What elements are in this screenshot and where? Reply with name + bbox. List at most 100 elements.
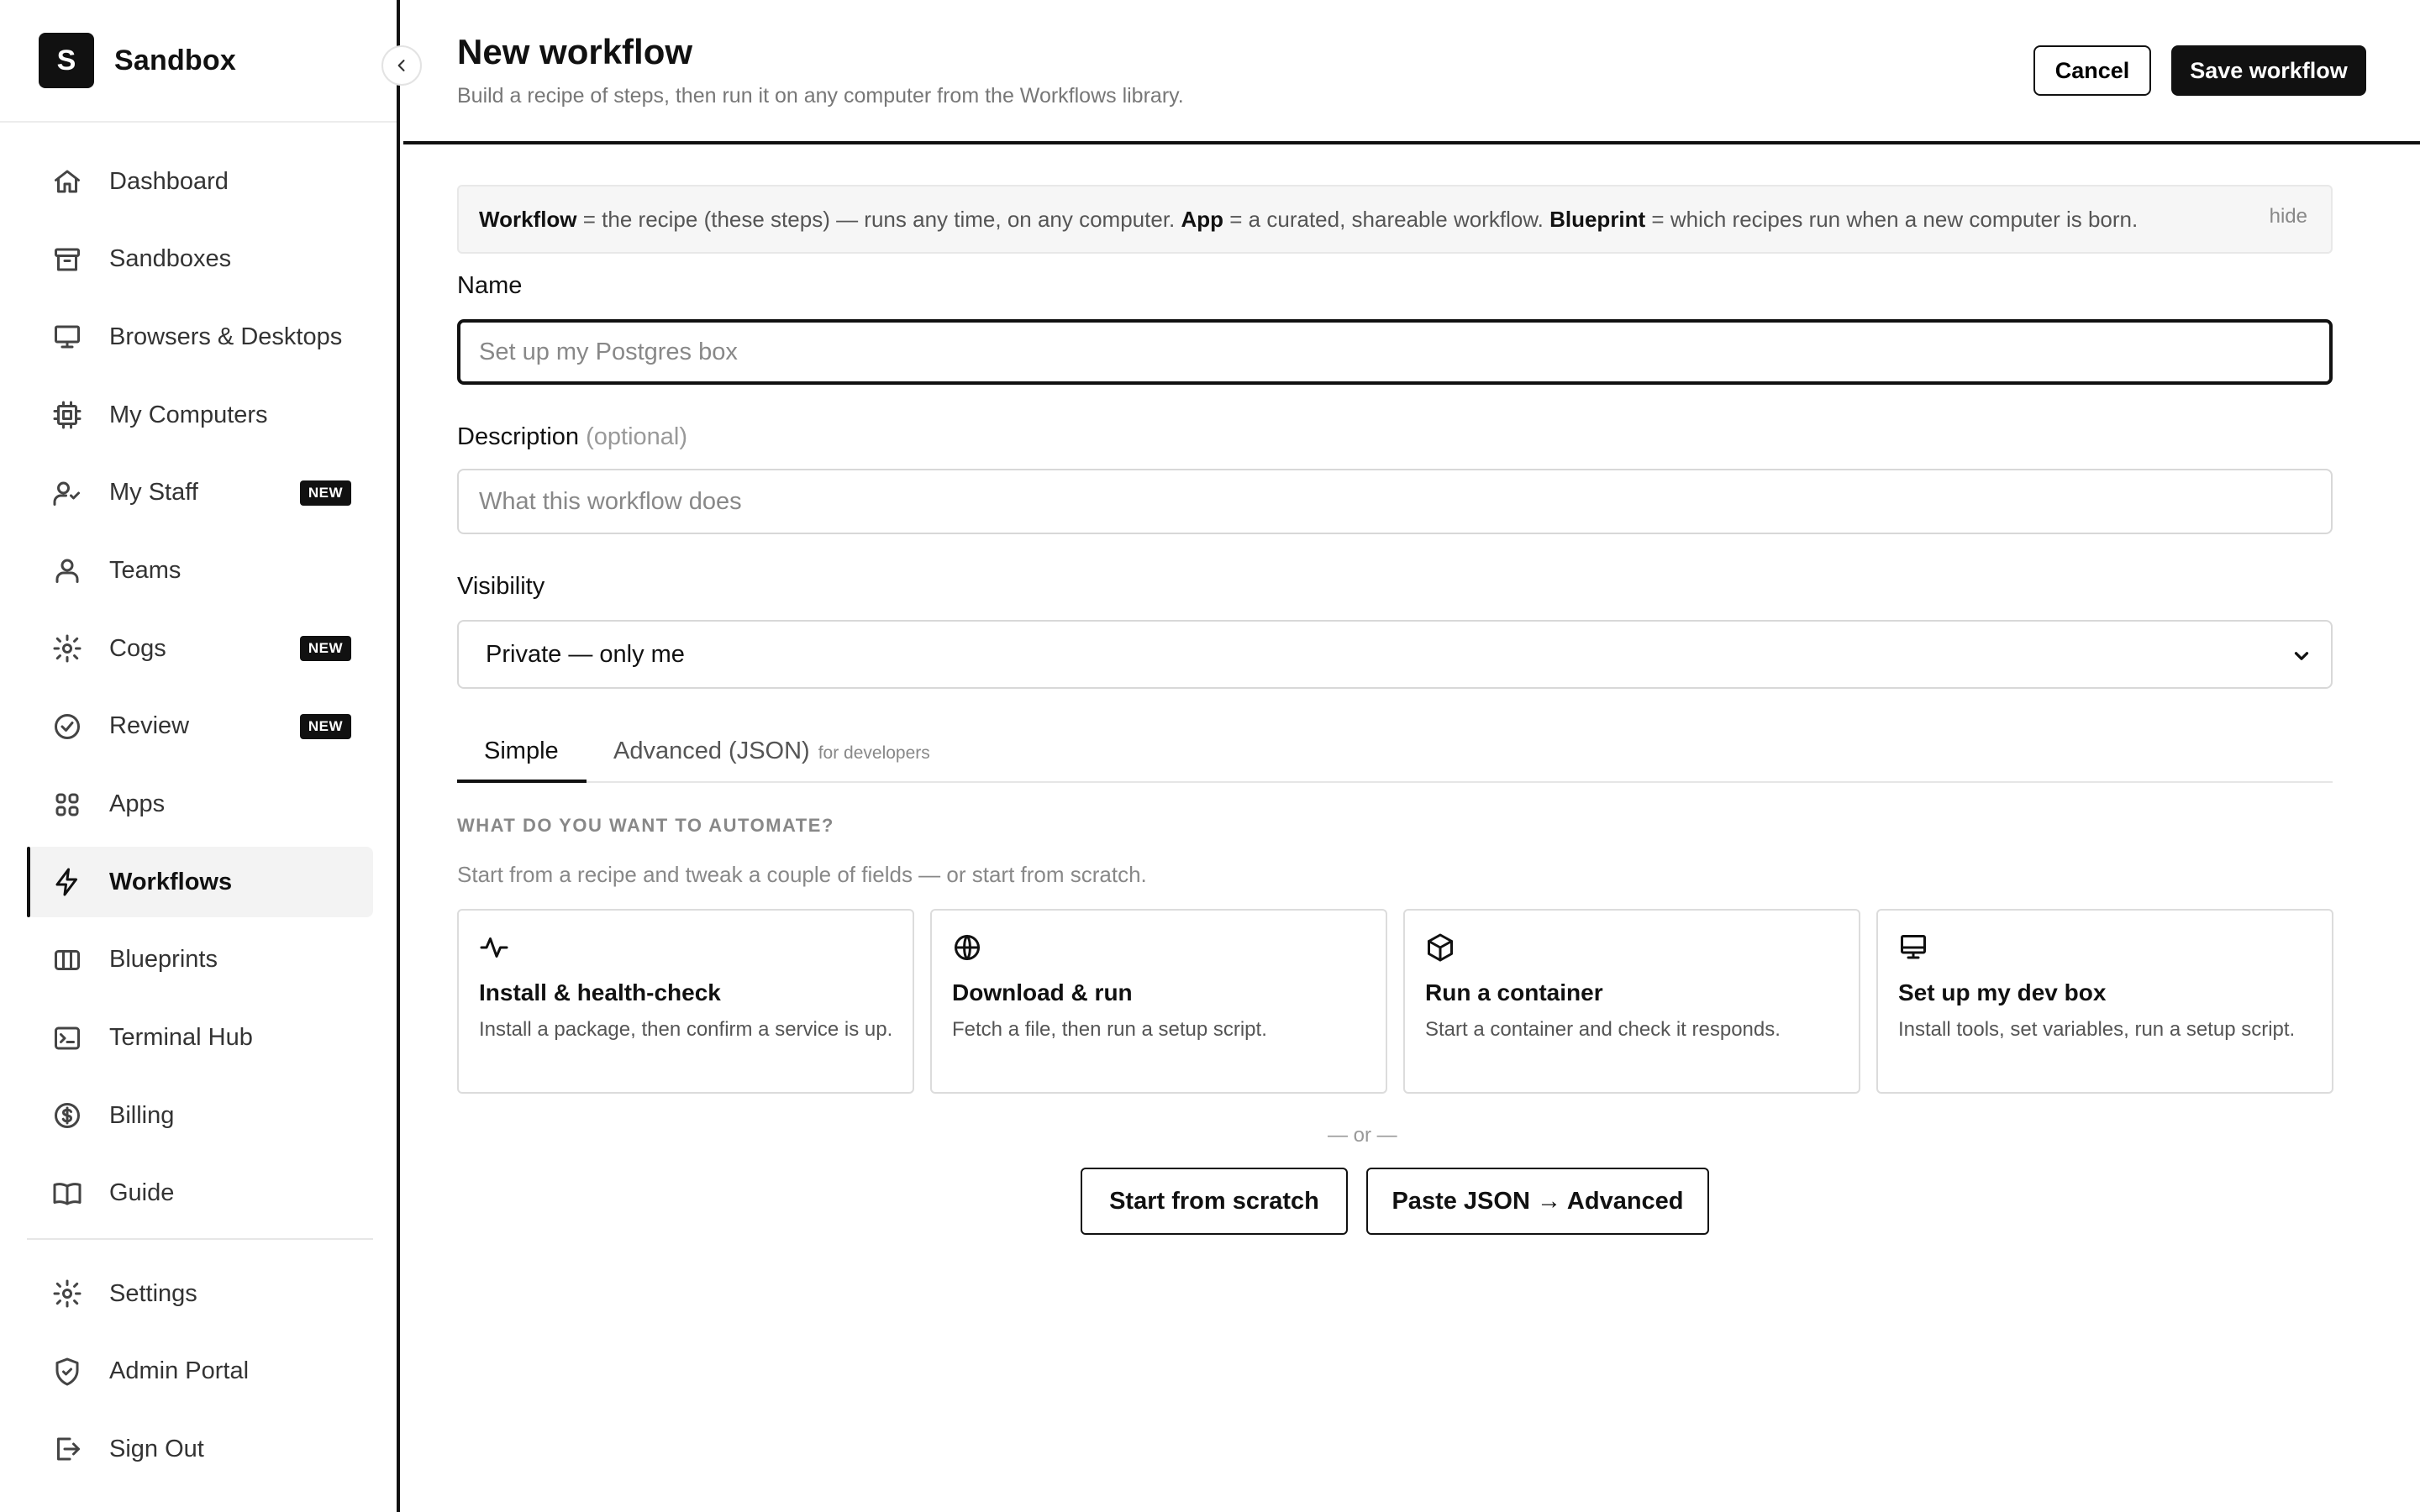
or-separator: — or —: [1328, 1124, 1397, 1147]
automate-subheading: Start from a recipe and tweak a couple o…: [457, 862, 1147, 887]
sidebar-item-browsers-desktops[interactable]: Browsers & Desktops: [27, 302, 373, 372]
sidebar-item-label: Teams: [109, 556, 182, 584]
monitor-icon: [52, 322, 82, 352]
brand-logo: S: [39, 33, 94, 88]
recipe-description: Fetch a file, then run a setup script.: [952, 1018, 1267, 1041]
visibility-select[interactable]: Private — only me: [457, 620, 2333, 689]
recipe-title: Download & run: [952, 979, 1133, 1005]
sidebar-item-label: Settings: [109, 1279, 197, 1307]
app-definition: = a curated, shareable workflow.: [1223, 206, 1550, 232]
hide-banner-link[interactable]: hide: [2270, 205, 2307, 228]
sidebar-bottom-nav: Settings Admin Portal Sign Out: [27, 1258, 373, 1492]
recipe-description: Start a container and check it responds.: [1425, 1018, 1781, 1041]
team-icon: [52, 555, 82, 585]
book-icon: [52, 1179, 82, 1209]
recipe-card-download-run[interactable]: Download & run Fetch a file, then run a …: [930, 909, 1387, 1094]
tab-advanced-json[interactable]: Advanced (JSON) for developers: [613, 738, 930, 765]
description-label: Description (optional): [457, 423, 687, 451]
active-tab-indicator: [457, 780, 587, 783]
sidebar-item-sign-out[interactable]: Sign Out: [27, 1414, 373, 1484]
recipe-card-install-health-check[interactable]: Install & health-check Install a package…: [457, 909, 914, 1094]
sign-out-icon: [52, 1434, 82, 1464]
recipe-card-dev-box[interactable]: Set up my dev box Install tools, set var…: [1876, 909, 2333, 1094]
sidebar-item-sandboxes[interactable]: Sandboxes: [27, 224, 373, 295]
sidebar-divider: [0, 121, 397, 123]
sidebar-item-my-staff[interactable]: My Staff NEW: [27, 458, 373, 528]
recipe-description: Install a package, then confirm a servic…: [479, 1018, 893, 1041]
gear-icon: [52, 1278, 82, 1309]
workflow-term: Workflow: [479, 206, 577, 232]
description-input[interactable]: [457, 469, 2333, 534]
sidebar-item-label: Dashboard: [109, 167, 229, 195]
sidebar-item-cogs[interactable]: Cogs NEW: [27, 613, 373, 684]
chevron-left-icon: [397, 60, 405, 71]
start-from-scratch-button[interactable]: Start from scratch: [1081, 1168, 1348, 1235]
cancel-button[interactable]: Cancel: [2033, 45, 2151, 96]
new-badge: NEW: [299, 636, 351, 662]
sidebar-item-label: Sign Out: [109, 1435, 204, 1462]
sidebar-item-label: Cogs: [109, 634, 166, 662]
paste-json-button[interactable]: Paste JSON → Advanced: [1366, 1168, 1709, 1235]
recipe-card-run-container[interactable]: Run a container Start a container and ch…: [1403, 909, 1860, 1094]
brand-name: Sandbox: [114, 44, 236, 76]
sidebar-item-label: Workflows: [109, 868, 233, 895]
new-badge: NEW: [299, 480, 351, 506]
sidebar-item-label: Admin Portal: [109, 1357, 250, 1385]
sidebar-item-blueprints[interactable]: Blueprints: [27, 925, 373, 995]
sidebar-item-label: Terminal Hub: [109, 1024, 253, 1052]
tab-advanced-note: for developers: [818, 743, 930, 763]
automate-heading: WHAT DO YOU WANT TO AUTOMATE?: [457, 815, 834, 836]
sidebar-item-label: Review: [109, 712, 190, 740]
sidebar-item-guide[interactable]: Guide: [27, 1158, 373, 1229]
blueprint-definition: = which recipes run when a new computer …: [1645, 206, 2139, 232]
tab-simple[interactable]: Simple: [484, 738, 559, 765]
sidebar-item-admin-portal[interactable]: Admin Portal: [27, 1336, 373, 1407]
sidebar-item-label: My Computers: [109, 401, 268, 428]
sidebar-item-my-computers[interactable]: My Computers: [27, 380, 373, 450]
sidebar-item-terminal-hub[interactable]: Terminal Hub: [27, 1003, 373, 1074]
activity-icon: [479, 932, 509, 963]
editor-tabs: Simple Advanced (JSON) for developers: [457, 726, 2333, 783]
sidebar-item-dashboard[interactable]: Dashboard: [27, 146, 373, 217]
sidebar-item-label: Browsers & Desktops: [109, 323, 343, 350]
recipe-title: Set up my dev box: [1898, 979, 2107, 1005]
recipe-title: Install & health-check: [479, 979, 721, 1005]
sidebar-nav: Dashboard Sandboxes Browsers & Desktops …: [27, 146, 373, 1236]
sidebar-item-billing[interactable]: Billing: [27, 1080, 373, 1151]
sidebar-item-settings[interactable]: Settings: [27, 1258, 373, 1329]
box-icon: [1425, 932, 1455, 963]
tab-advanced-label: Advanced (JSON): [613, 738, 810, 764]
glossary-text: Workflow = the recipe (these steps) — ru…: [479, 207, 2138, 233]
glossary-banner: Workflow = the recipe (these steps) — ru…: [457, 185, 2333, 254]
page-header: New workflow Build a recipe of steps, th…: [403, 0, 2420, 144]
sidebar-item-label: Apps: [109, 790, 166, 817]
home-icon: [52, 166, 82, 197]
sidebar-item-review[interactable]: Review NEW: [27, 691, 373, 762]
visibility-label: Visibility: [457, 573, 545, 600]
sidebar-item-apps[interactable]: Apps: [27, 769, 373, 840]
check-circle-icon: [52, 711, 82, 742]
collapse-sidebar-button[interactable]: [381, 45, 422, 86]
users-icon: [52, 478, 82, 508]
sidebar-item-workflows[interactable]: Workflows: [27, 847, 373, 918]
sidebar-item-label: Guide: [109, 1179, 175, 1207]
sidebar-item-teams[interactable]: Teams: [27, 535, 373, 606]
recipe-title: Run a container: [1425, 979, 1603, 1005]
visibility-selected-value: Private — only me: [486, 640, 685, 668]
app-term: App: [1181, 206, 1224, 232]
name-input[interactable]: [457, 319, 2333, 385]
new-badge: NEW: [299, 713, 351, 739]
sidebar-divider: [27, 1238, 373, 1240]
sidebar-item-label: Sandboxes: [109, 245, 232, 273]
sidebar-item-label: Blueprints: [109, 946, 218, 974]
save-workflow-button[interactable]: Save workflow: [2171, 45, 2366, 96]
main-content: New workflow Build a recipe of steps, th…: [403, 0, 2420, 1512]
brand[interactable]: S Sandbox: [39, 32, 236, 89]
recipe-description: Install tools, set variables, run a setu…: [1898, 1018, 2296, 1041]
workflow-definition: = the recipe (these steps) — runs any ti…: [576, 206, 1181, 232]
archive-icon: [52, 244, 82, 275]
lightning-icon: [52, 867, 82, 897]
sidebar-item-label: Billing: [109, 1101, 175, 1129]
sidebar-item-label: My Staff: [109, 479, 198, 507]
optional-hint: (optional): [586, 423, 688, 450]
